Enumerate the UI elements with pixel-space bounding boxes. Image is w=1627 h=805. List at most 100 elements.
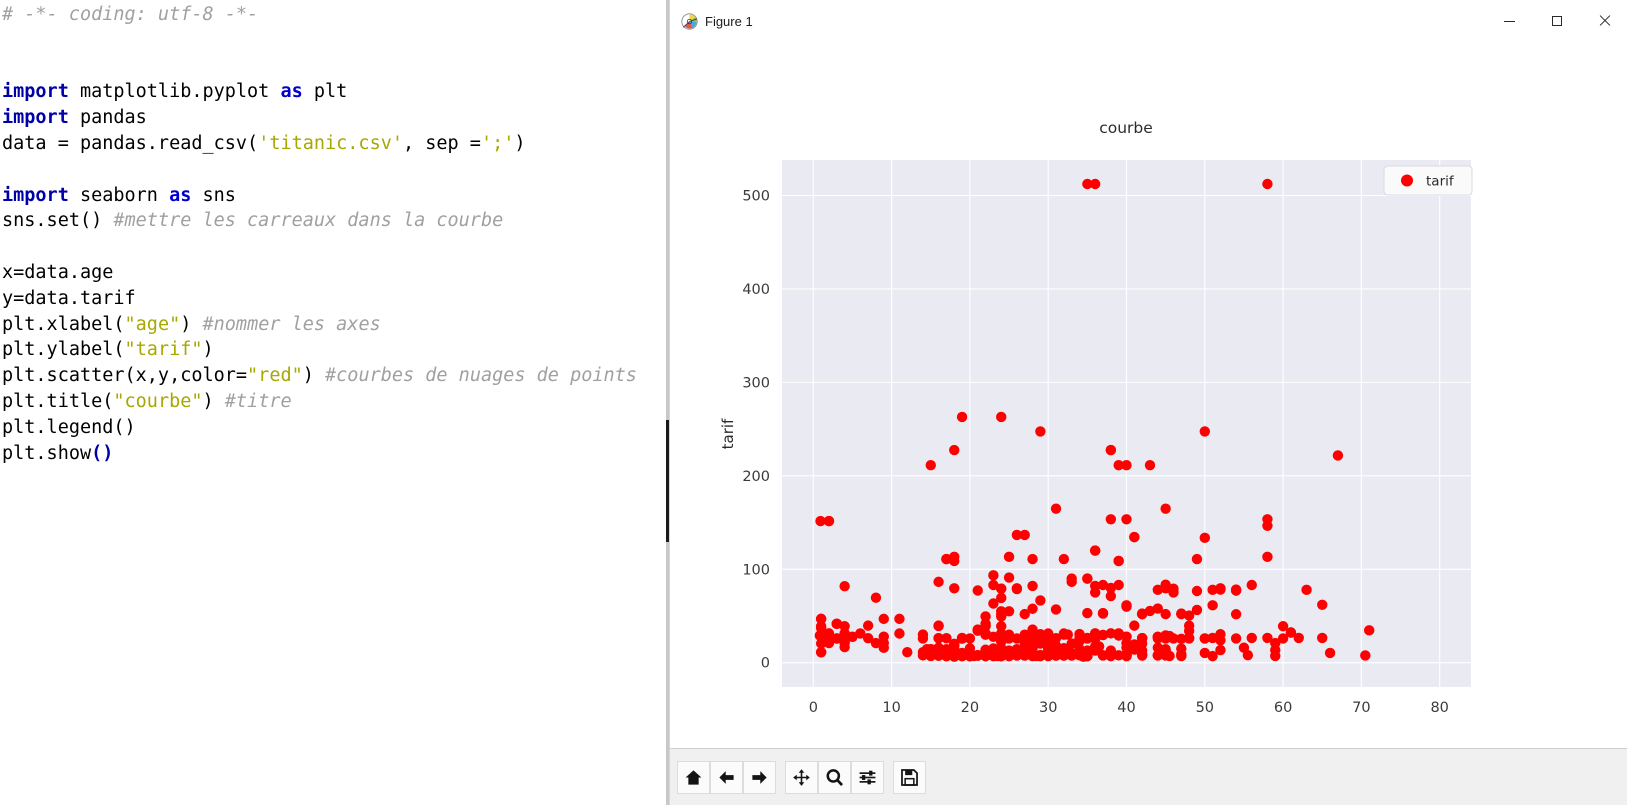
figure-canvas-area[interactable]: 0 10 20 30 40 50 60 70 80 0 100 200 300 400 500 courb… — [670, 42, 1627, 712]
home-button[interactable] — [677, 760, 710, 794]
code-token: y=data.tarif — [2, 287, 136, 309]
code-token: sns — [191, 184, 236, 206]
y-tick-label: 0 — [761, 656, 770, 672]
scatter-point — [1058, 628, 1070, 639]
scatter-point — [996, 411, 1007, 423]
y-tick-label: 300 — [742, 375, 770, 391]
scatter-point — [964, 650, 976, 662]
code-token: import — [2, 81, 69, 103]
scatter-point — [1019, 608, 1030, 620]
figure-window-titlebar[interactable]: Figure 1 — [670, 0, 1627, 42]
code-editor-pane[interactable]: # -*- coding: utf-8 -*- import matplotli… — [0, 0, 666, 805]
scatter-point — [1152, 631, 1164, 642]
scatter-point — [1242, 649, 1254, 661]
scatter-point — [1105, 444, 1117, 456]
scatter-point — [933, 632, 944, 644]
scatter-point — [1191, 553, 1203, 565]
forward-button[interactable] — [743, 760, 776, 794]
scatter-point — [933, 620, 944, 631]
titlebar-left-group: Figure 1 — [670, 12, 753, 30]
code-token: seaborn — [68, 184, 170, 206]
maximize-button[interactable] — [1533, 0, 1580, 42]
code-line: import seaborn as sns — [2, 183, 666, 209]
back-button[interactable] — [710, 760, 743, 794]
scatter-point — [1136, 632, 1148, 644]
floppy-disk-icon — [901, 768, 918, 786]
code-token: ) — [302, 365, 326, 387]
pan-button[interactable] — [785, 760, 818, 794]
code-token: #nommer les axes — [202, 313, 381, 335]
scatter-point — [1003, 572, 1015, 583]
code-token: plt.title( — [2, 390, 114, 412]
minimize-button[interactable] — [1486, 0, 1533, 42]
scatter-point — [949, 444, 960, 456]
scatter-point — [1003, 650, 1015, 661]
scatter-point — [902, 647, 913, 658]
scatter-point — [1317, 632, 1328, 644]
scatter-point — [1270, 650, 1281, 662]
subplots-button[interactable] — [851, 760, 884, 794]
code-token: # -*- coding: utf-8 -*- — [2, 4, 259, 25]
code-token: plt.show — [2, 442, 92, 464]
scatter-point — [1152, 584, 1164, 596]
code-line: import matplotlib.pyplot as plt — [2, 79, 666, 105]
code-token: #mettre les carreaux dans la courbe — [113, 210, 504, 232]
scatter-point — [1246, 632, 1257, 644]
scatter-point — [870, 592, 882, 603]
scatter-point — [1230, 584, 1242, 595]
code-token: #titre — [224, 390, 292, 412]
code-token: "age" — [124, 313, 181, 335]
scatter-point — [964, 633, 976, 644]
scatter-point — [1360, 650, 1371, 661]
scatter-point — [1097, 629, 1109, 641]
chart-legend[interactable]: tarif — [1383, 165, 1473, 196]
scatter-point — [988, 579, 999, 591]
scatter-point — [980, 618, 991, 630]
scatter-point — [1262, 551, 1273, 563]
code-token: import — [2, 107, 69, 129]
scatter-point — [980, 650, 991, 662]
zoom-button[interactable] — [818, 760, 851, 794]
scatter-point — [1199, 532, 1210, 544]
code-line: plt.ylabel("tarif") — [2, 337, 666, 363]
scatter-point — [1035, 631, 1046, 642]
code-line: plt.legend() — [2, 415, 666, 441]
code-line: y=data.tarif — [2, 286, 666, 312]
scatter-point — [1035, 650, 1046, 662]
scatter-point — [988, 643, 999, 654]
scatter-point — [925, 644, 936, 655]
move-arrows-icon — [793, 768, 810, 786]
x-tick-label: 0 — [809, 700, 818, 712]
code-token: x=data.age — [2, 261, 114, 283]
figure-navigation-toolbar[interactable] — [670, 748, 1627, 805]
scatter-point — [894, 613, 905, 625]
scatter-point — [1066, 576, 1077, 588]
scatter-point — [949, 650, 960, 661]
close-icon — [1598, 15, 1610, 27]
scatter-point — [1199, 633, 1210, 644]
code-line: plt.scatter(x,y,color="red") #courbes de… — [2, 363, 666, 389]
scatter-point — [1183, 633, 1195, 644]
code-token: 'titanic.csv' — [258, 132, 403, 154]
code-line: plt.show() — [2, 441, 666, 467]
scatter-point — [1035, 595, 1046, 606]
code-text[interactable]: # -*- coding: utf-8 -*- import matplotli… — [2, 2, 666, 466]
window-controls — [1486, 0, 1627, 42]
scatter-point — [1191, 585, 1203, 597]
code-token: as — [169, 184, 192, 206]
scatter-point — [1113, 579, 1124, 591]
scatter-point — [1058, 553, 1070, 565]
scatter-point — [1121, 514, 1132, 525]
scatter-point — [1144, 460, 1156, 471]
code-line: plt.xlabel("age") #nommer les axes — [2, 312, 666, 338]
save-button[interactable] — [893, 760, 926, 794]
code-token: , sep = — [402, 132, 481, 154]
scatter-point — [925, 460, 936, 471]
x-tick-label: 40 — [1117, 700, 1135, 712]
toolbar-separator — [776, 777, 785, 778]
x-tick-label: 70 — [1352, 700, 1370, 712]
home-icon — [685, 769, 702, 785]
close-button[interactable] — [1580, 0, 1627, 42]
